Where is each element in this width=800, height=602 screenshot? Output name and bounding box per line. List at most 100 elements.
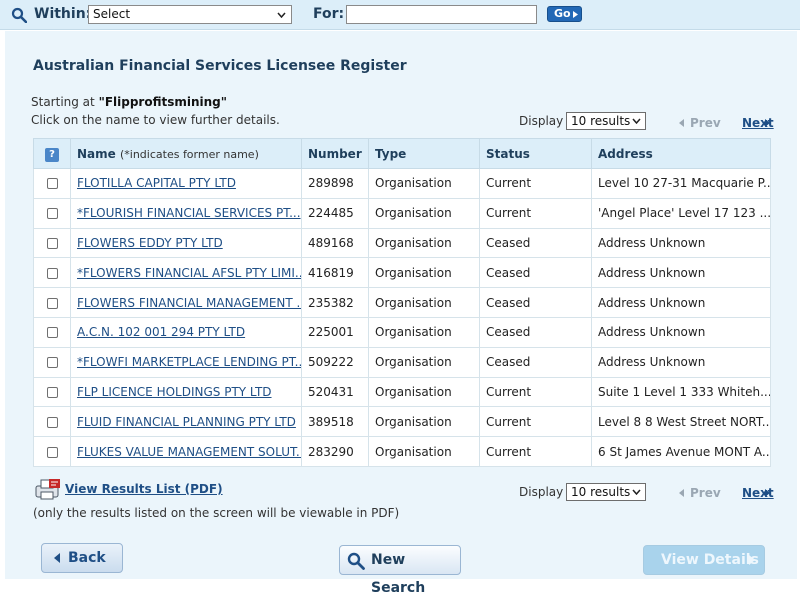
display-bottom: Display 10 results: [519, 483, 649, 503]
click-hint: Click on the name to view further detail…: [31, 113, 280, 127]
search-input[interactable]: [346, 5, 537, 24]
number-cell: 289898: [301, 168, 369, 199]
display-select-value: 10 results: [571, 114, 631, 128]
address-cell: Address Unknown: [591, 227, 771, 259]
display-select[interactable]: 10 results: [566, 112, 646, 130]
number-cell: 389518: [301, 406, 369, 438]
starting-at-term: "Flipprofitsmining": [98, 95, 228, 109]
status-header: Status: [479, 138, 592, 169]
type-cell: Organisation: [368, 257, 480, 289]
page-title: Australian Financial Services Licensee R…: [33, 58, 407, 74]
name-cell: FLUKES VALUE MANAGEMENT SOLUT...: [70, 436, 302, 467]
arrow-right-icon: [573, 11, 578, 18]
status-cell: Current: [479, 168, 592, 199]
new-search-button[interactable]: New Search: [339, 545, 461, 596]
status-cell: Current: [479, 197, 592, 229]
table-row: FLUID FINANCIAL PLANNING PTY LTD 389518 …: [33, 406, 771, 438]
display-select[interactable]: 10 results: [566, 483, 646, 501]
row-select-cell: [33, 316, 71, 348]
chevron-right-icon: [749, 555, 755, 565]
help-icon[interactable]: ?: [45, 147, 59, 162]
licensee-name-link[interactable]: *FLOURISH FINANCIAL SERVICES PT...: [77, 206, 301, 220]
row-select-cell: [33, 287, 71, 318]
status-cell: Current: [479, 406, 592, 438]
status-cell: Ceased: [479, 316, 592, 348]
address-cell: Address Unknown: [591, 257, 771, 289]
row-checkbox[interactable]: [46, 446, 58, 458]
within-label: Within:: [34, 6, 92, 22]
go-button[interactable]: Go: [547, 6, 582, 22]
licensee-name-link[interactable]: FLUID FINANCIAL PLANNING PTY LTD: [77, 415, 296, 429]
row-checkbox[interactable]: [46, 327, 58, 339]
licensee-name-link[interactable]: FLP LICENCE HOLDINGS PTY LTD: [77, 385, 272, 399]
status-cell: Ceased: [479, 227, 592, 259]
type-cell: Organisation: [368, 436, 480, 467]
within-select[interactable]: Select: [88, 5, 292, 24]
back-button-label: Back: [68, 550, 106, 566]
number-cell: 520431: [301, 376, 369, 408]
number-cell: 416819: [301, 257, 369, 289]
type-cell: Organisation: [368, 227, 480, 259]
row-checkbox[interactable]: [46, 208, 58, 220]
row-select-cell: [33, 168, 71, 199]
search-icon: [11, 7, 27, 23]
licensee-name-link[interactable]: FLOWERS EDDY PTY LTD: [77, 236, 223, 250]
address-cell: Address Unknown: [591, 287, 771, 318]
address-cell: Level 10 27-31 Macquarie P...: [591, 168, 771, 199]
status-cell: Ceased: [479, 287, 592, 318]
name-cell: FLUID FINANCIAL PLANNING PTY LTD: [70, 406, 302, 438]
row-select-cell: [33, 197, 71, 229]
go-button-label: Go: [554, 7, 571, 20]
licensee-name-link[interactable]: FLOWERS FINANCIAL MANAGEMENT ...: [77, 296, 301, 310]
prev-link[interactable]: Prev: [690, 116, 721, 130]
licensee-name-link[interactable]: FLUKES VALUE MANAGEMENT SOLUT...: [77, 445, 301, 459]
row-checkbox[interactable]: [46, 267, 58, 279]
number-cell: 235382: [301, 287, 369, 318]
pdf-note: (only the results listed on the screen w…: [33, 506, 400, 520]
starting-at-prefix: Starting at: [31, 95, 95, 109]
type-cell: Organisation: [368, 346, 480, 378]
licensee-name-link[interactable]: A.C.N. 102 001 294 PTY LTD: [77, 325, 245, 339]
name-header: Name (*indicates former name): [70, 138, 302, 169]
address-cell: Address Unknown: [591, 316, 771, 348]
new-search-button-label: New Search: [371, 552, 426, 596]
address-cell: 6 St James Avenue MONT A...: [591, 436, 771, 467]
name-header-note: (*indicates former name): [119, 147, 259, 161]
display-label: Display: [519, 485, 564, 499]
row-checkbox[interactable]: [46, 237, 58, 249]
table-row: FLOWERS FINANCIAL MANAGEMENT ... 235382 …: [33, 287, 771, 318]
address-header: Address: [591, 138, 771, 169]
table-row: FLOTILLA CAPITAL PTY LTD 289898 Organisa…: [33, 168, 771, 199]
back-button[interactable]: Back: [41, 543, 123, 573]
number-cell: 509222: [301, 346, 369, 378]
view-results-pdf-link[interactable]: View Results List (PDF): [65, 482, 223, 496]
chevron-down-icon: [277, 12, 286, 18]
search-icon: [347, 552, 365, 570]
name-cell: *FLOWERS FINANCIAL AFSL PTY LIMI...: [70, 257, 302, 289]
licensee-name-link[interactable]: FLOTILLA CAPITAL PTY LTD: [77, 176, 236, 190]
row-checkbox[interactable]: [46, 416, 58, 428]
licensee-name-link[interactable]: *FLOWERS FINANCIAL AFSL PTY LIMI...: [77, 266, 301, 280]
row-checkbox[interactable]: [46, 297, 58, 309]
chevron-right-icon: [765, 119, 770, 127]
display-label: Display: [519, 114, 564, 128]
type-cell: Organisation: [368, 168, 480, 199]
row-checkbox[interactable]: [46, 178, 58, 190]
chevron-right-icon: [765, 489, 770, 497]
row-select-cell: [33, 376, 71, 408]
name-cell: FLP LICENCE HOLDINGS PTY LTD: [70, 376, 302, 408]
display-top: Display 10 results: [519, 112, 649, 132]
view-details-button-label: View Details: [661, 552, 759, 568]
chevron-down-icon: [632, 118, 641, 124]
row-checkbox[interactable]: [46, 357, 58, 369]
number-header: Number: [301, 138, 369, 169]
prev-link[interactable]: Prev: [690, 486, 721, 500]
name-cell: A.C.N. 102 001 294 PTY LTD: [70, 316, 302, 348]
type-cell: Organisation: [368, 316, 480, 348]
results-table: ? Name (*indicates former name) Number T…: [33, 138, 771, 467]
licensee-name-link[interactable]: *FLOWFI MARKETPLACE LENDING PT...: [77, 355, 301, 369]
table-row: FLP LICENCE HOLDINGS PTY LTD 520431 Orga…: [33, 376, 771, 408]
row-checkbox[interactable]: [46, 386, 58, 398]
view-details-button[interactable]: View Details: [643, 545, 765, 575]
type-cell: Organisation: [368, 406, 480, 438]
